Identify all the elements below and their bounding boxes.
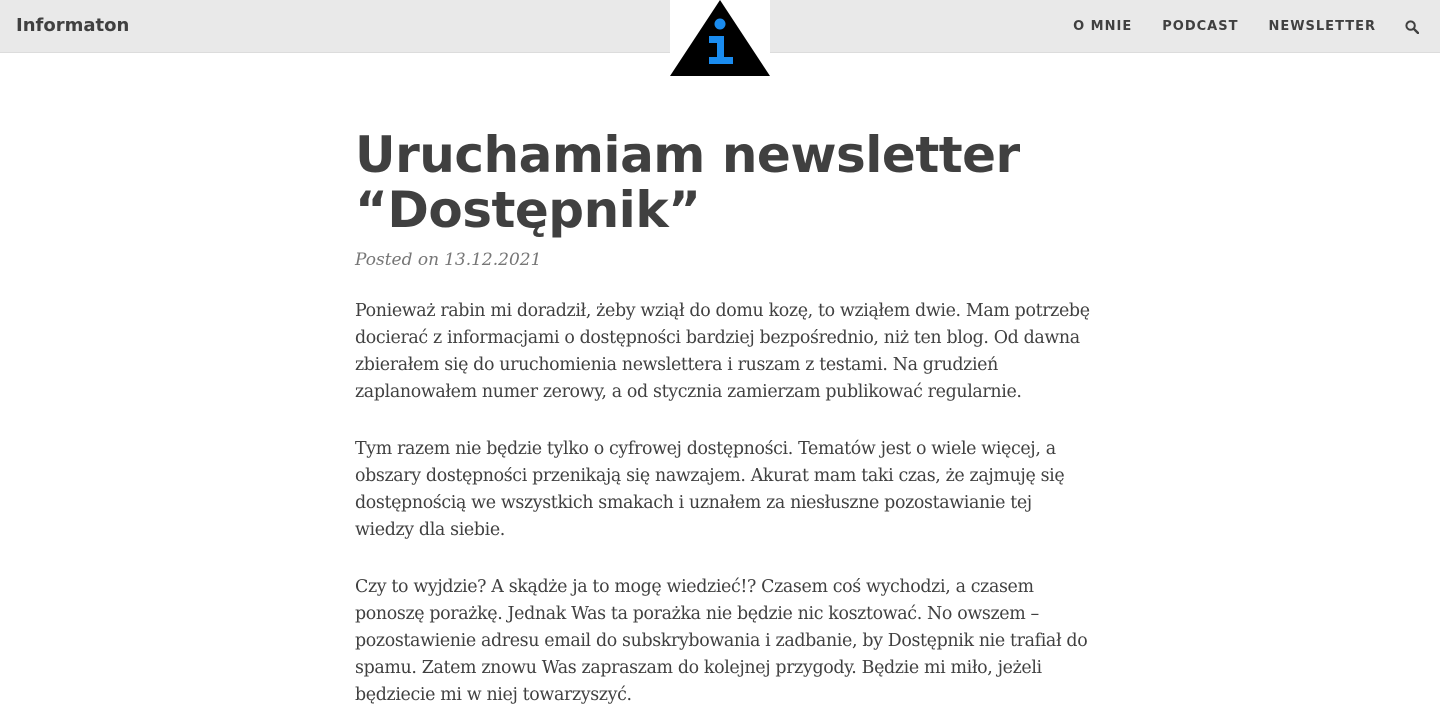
search-icon [1405,19,1419,34]
site-brand-link[interactable]: Informaton [16,15,129,36]
main-navigation: O MNIE PODCAST NEWSLETTER [1043,0,1420,53]
nav-item-podcast[interactable]: PODCAST [1162,19,1238,34]
post-date-link[interactable]: 13.12.2021 [444,250,541,270]
article-body: Ponieważ rabin mi doradził, żeby wziął d… [355,298,1095,709]
nav-item-newsletter[interactable]: NEWSLETTER [1268,19,1376,34]
paragraph: Czy to wyjdzie? A skądże ja to mogę wied… [355,577,1088,705]
paragraph: Ponieważ rabin mi doradził, żeby wziął d… [355,301,1090,402]
site-header: Informaton O MNIE PODCAST NEWSLETTER [0,0,1440,76]
nav-item-o-mnie[interactable]: O MNIE [1073,19,1132,34]
article: Uruchamiam newsletter “Dostępnik” Posted… [355,128,1095,720]
post-meta: Posted on 13.12.2021 [355,250,1095,270]
search-button[interactable] [1404,19,1420,35]
info-triangle-logo-icon [670,0,770,76]
article-title-line-1: Uruchamiam newsletter [355,126,1020,184]
site-logo[interactable] [670,0,770,76]
paragraph: Tym razem nie będzie tylko o cyfrowej do… [355,439,1065,540]
posted-on-label: Posted on [355,250,440,270]
article-title-line-2: “Dostępnik” [355,181,701,239]
article-title: Uruchamiam newsletter “Dostępnik” [355,128,1095,238]
